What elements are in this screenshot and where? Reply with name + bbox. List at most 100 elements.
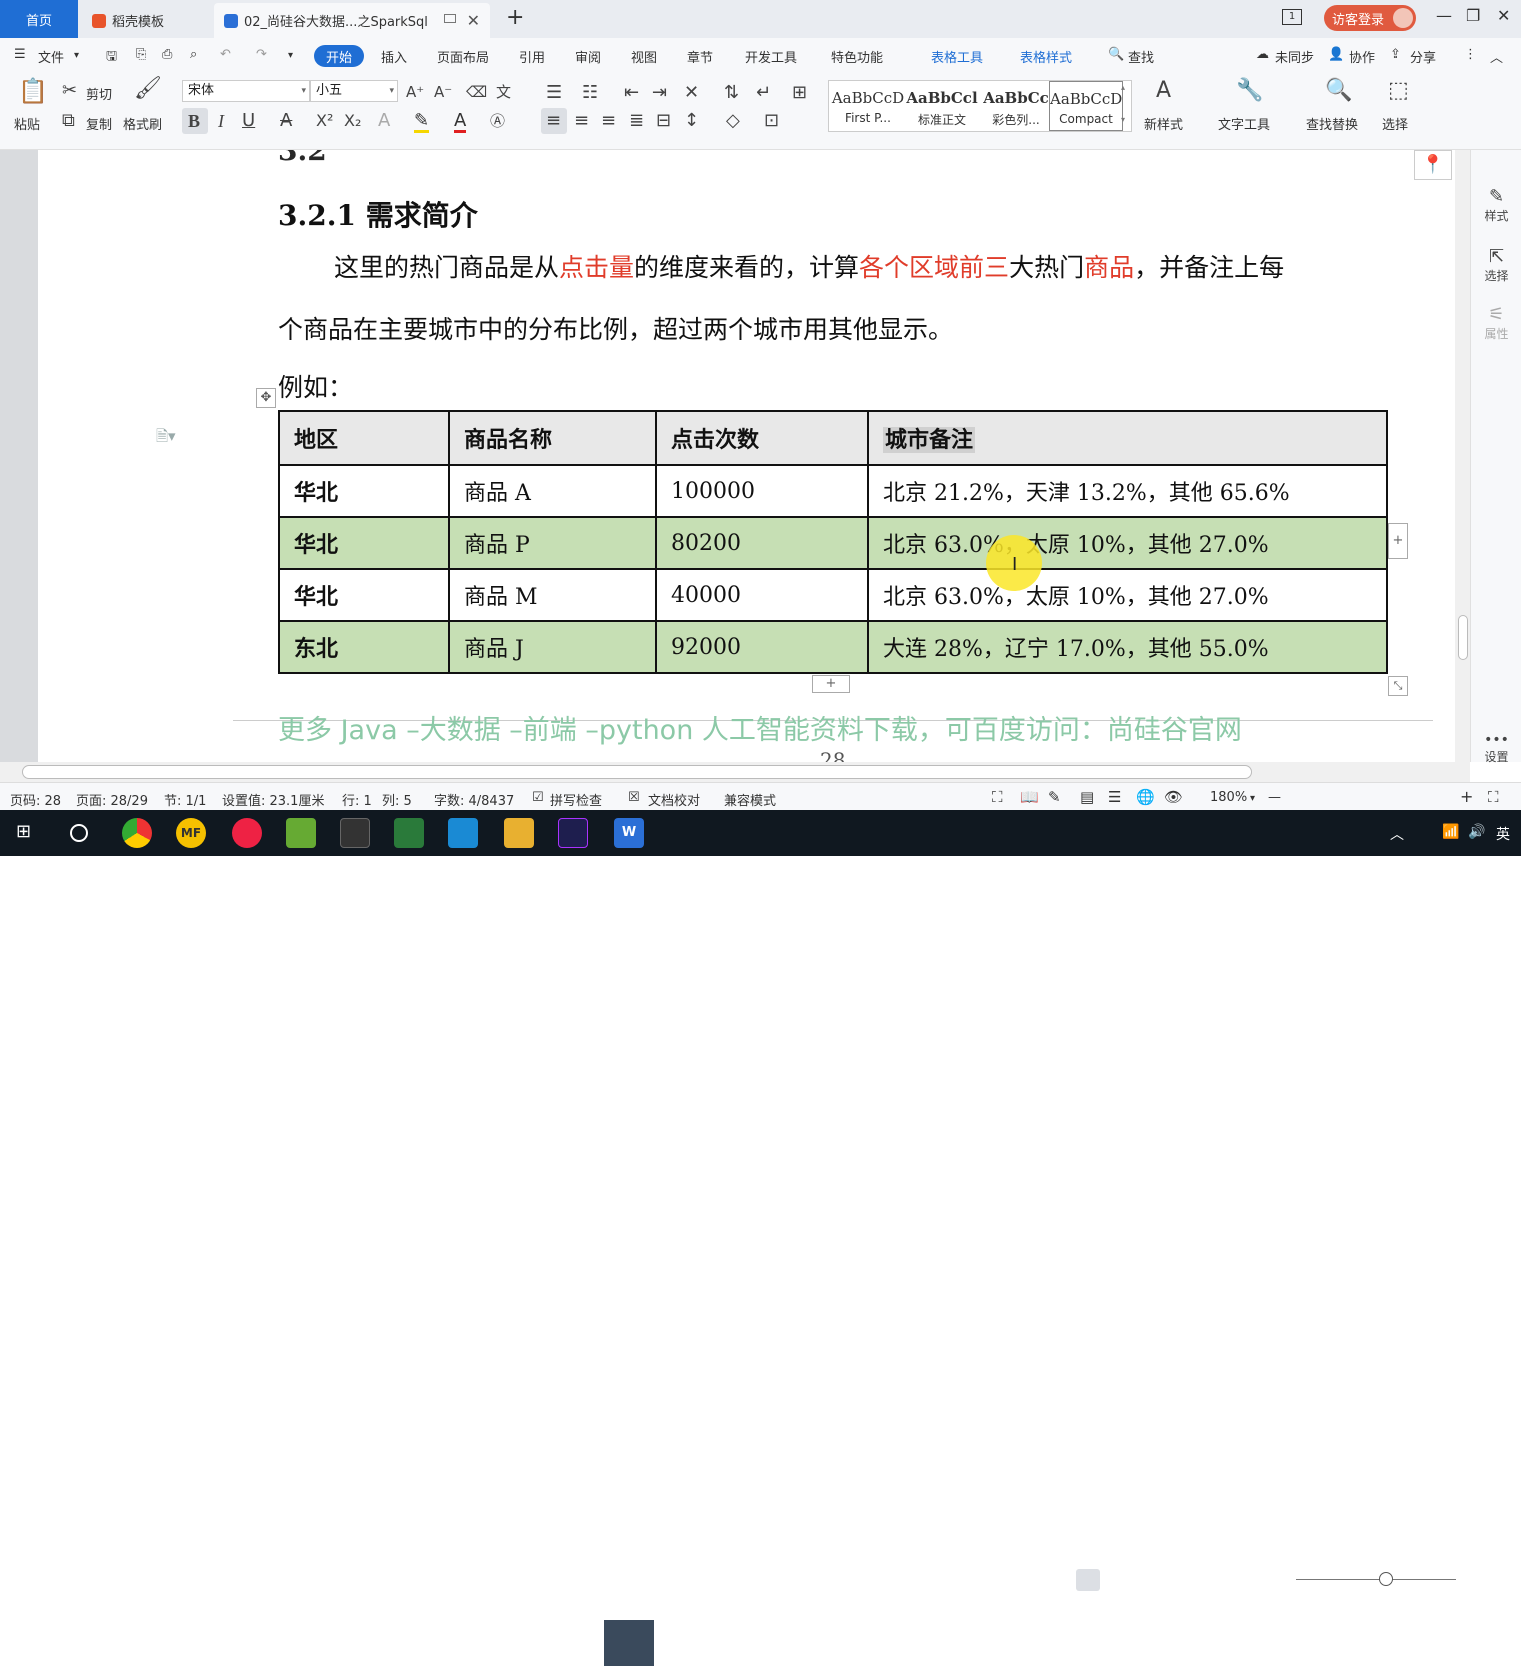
panel-select-button[interactable]: ⇱ 选择	[1471, 246, 1521, 284]
align-center-icon[interactable]: ≡	[574, 112, 589, 130]
table-cell[interactable]: 华北	[278, 464, 450, 518]
status-proofread[interactable]: 文档校对	[648, 790, 700, 809]
undo-icon[interactable]: ↶	[220, 47, 231, 62]
select-label[interactable]: 选择	[1382, 114, 1408, 133]
zoom-in-icon[interactable]: +	[1460, 787, 1473, 806]
increase-indent-icon[interactable]: ⇥	[652, 84, 667, 102]
zoom-level[interactable]: 180%	[1210, 790, 1247, 805]
close-tab-icon[interactable]: ✕	[467, 11, 480, 30]
text-tools-icon[interactable]: 🔧	[1236, 80, 1263, 102]
intellij-icon[interactable]	[558, 818, 588, 848]
page-view-button[interactable]	[1076, 1569, 1100, 1591]
document-page[interactable]: 3.2 3.2.1 需求简介 这里的热门商品是从点击量的维度来看的，计算各个区域…	[38, 150, 1455, 762]
panel-style-button[interactable]: ✎ 样式	[1471, 186, 1521, 224]
table-cell[interactable]: 100000	[655, 464, 869, 518]
redo-icon[interactable]: ↷	[256, 47, 267, 62]
menu-review[interactable]: 审阅	[575, 47, 601, 66]
notepad-icon[interactable]	[394, 818, 424, 848]
add-row-button[interactable]: +	[812, 675, 850, 693]
vertical-scroll-thumb[interactable]	[1458, 615, 1468, 660]
fullscreen-icon[interactable]: ⛶	[992, 788, 1003, 806]
menu-start[interactable]: 开始	[314, 45, 364, 67]
tab-document[interactable]: 02_尚硅谷大数据...之SparkSql ✕	[214, 3, 490, 38]
borders-icon[interactable]: ⊡	[764, 112, 779, 130]
status-page[interactable]: 页面: 28/29	[76, 790, 148, 809]
table-cell[interactable]: 商品 P	[448, 516, 657, 570]
status-words[interactable]: 字数: 4/8437	[434, 790, 514, 809]
style-compact[interactable]: AaBbCcD Compact	[1049, 81, 1123, 131]
text-effect-icon[interactable]: A	[378, 112, 390, 130]
doc-outline-icon[interactable]: 🗎▾	[156, 426, 176, 451]
style-normal[interactable]: AaBbCcl 标准正文	[905, 81, 979, 131]
highlight-icon[interactable]: ✎	[414, 112, 430, 133]
menu-view[interactable]: 视图	[631, 47, 657, 66]
wps-writer-icon[interactable]: W	[614, 818, 644, 848]
table-move-handle-icon[interactable]: ✥	[256, 388, 276, 408]
minimize-icon[interactable]: —	[1436, 6, 1452, 25]
shrink-font-icon[interactable]: A⁻	[434, 83, 452, 101]
menu-insert[interactable]: 插入	[381, 47, 407, 66]
file-explorer-icon[interactable]	[504, 818, 534, 848]
export-icon[interactable]: ⎘	[136, 47, 146, 62]
tray-expand-icon[interactable]: ︿	[1390, 824, 1404, 844]
pinyin-icon[interactable]: 文	[496, 83, 511, 101]
menu-layout[interactable]: 页面布局	[437, 47, 489, 66]
mf-app-icon[interactable]: MF	[176, 818, 206, 848]
window-switch-icon[interactable]: 1	[1282, 9, 1302, 25]
sort-icon[interactable]: ⇅	[724, 84, 739, 102]
clear-format-icon[interactable]: ⌫	[466, 83, 487, 101]
table-cell[interactable]: 40000	[655, 568, 869, 622]
eye-protect-icon[interactable]: 👁	[1164, 788, 1183, 806]
web-view-icon[interactable]: 🌐	[1136, 788, 1155, 806]
font-size-select[interactable]: 小五 ▾	[310, 80, 398, 102]
panel-settings-button[interactable]: ••• 设置	[1471, 732, 1521, 765]
paste-icon[interactable]: 📋	[18, 79, 48, 103]
font-family-select[interactable]: 宋体 ▾	[182, 80, 310, 102]
table-header-cell[interactable]: 城市备注	[867, 410, 1388, 466]
style-first-paragraph[interactable]: AaBbCcD First P...	[831, 81, 905, 131]
menu-collaborate[interactable]: 协作	[1349, 47, 1375, 66]
close-window-icon[interactable]: ✕	[1497, 6, 1510, 25]
menu-developer[interactable]: 开发工具	[745, 47, 797, 66]
volume-icon[interactable]: 🔊	[1468, 824, 1485, 840]
format-painter-label[interactable]: 格式刷	[123, 114, 162, 133]
table-cell[interactable]: 北京 63.0%，太原 10%，其他 27.0%	[867, 568, 1388, 622]
zoom-slider-handle[interactable]	[1379, 1572, 1393, 1586]
print-preview-icon[interactable]: ⌕	[190, 47, 197, 62]
data-table[interactable]: 地区 商品名称 点击次数 城市备注 华北 商品 A 100000 北京 21.2…	[278, 410, 1388, 674]
italic-icon[interactable]: I	[218, 112, 224, 130]
table-resize-icon[interactable]: ⤡	[1388, 676, 1408, 696]
chrome-icon[interactable]	[122, 818, 152, 848]
add-column-button[interactable]: +	[1388, 523, 1408, 559]
chinese-layout-icon[interactable]: ✕	[684, 84, 699, 102]
menu-special[interactable]: 特色功能	[831, 47, 883, 66]
menu-table-tools[interactable]: 表格工具	[931, 47, 983, 66]
menu-chapter[interactable]: 章节	[687, 47, 713, 66]
collaborate-icon[interactable]: 👤	[1328, 47, 1344, 62]
write-mode-icon[interactable]: ✎	[1048, 788, 1061, 806]
window-mode-icon[interactable]	[444, 14, 456, 23]
menu-table-style[interactable]: 表格样式	[1020, 47, 1072, 66]
hamburger-icon[interactable]: ☰	[14, 47, 26, 62]
superscript-icon[interactable]: X²	[316, 112, 333, 130]
quick-access-dropdown-icon[interactable]: ▾	[288, 50, 293, 61]
table-cell[interactable]: 商品 M	[448, 568, 657, 622]
windows-start-icon[interactable]: ⊞	[16, 821, 31, 842]
collapse-ribbon-icon[interactable]: ︿	[1490, 47, 1503, 66]
location-pin-icon[interactable]: 📍	[1414, 150, 1452, 180]
chevron-down-icon[interactable]: ▾	[74, 50, 79, 61]
zoom-slider-track[interactable]	[1296, 1579, 1456, 1580]
line-spacing-icon[interactable]: ↕	[684, 112, 699, 130]
show-marks-icon[interactable]: ↵	[756, 84, 771, 102]
find-replace-icon[interactable]: 🔍	[1325, 80, 1352, 102]
copy-label[interactable]: 复制	[86, 114, 112, 133]
table-cell[interactable]: 华北	[278, 568, 450, 622]
strikethrough-icon[interactable]: A	[280, 112, 292, 130]
table-cell[interactable]: 东北	[278, 620, 450, 674]
cortana-icon[interactable]	[70, 824, 88, 842]
fit-page-icon[interactable]: ⛶	[1488, 788, 1499, 806]
new-style-icon[interactable]: A	[1156, 80, 1171, 102]
char-border-icon[interactable]: Ⓐ	[490, 112, 505, 130]
table-header-cell[interactable]: 商品名称	[448, 410, 657, 466]
print-icon[interactable]: ⎙	[162, 47, 172, 62]
